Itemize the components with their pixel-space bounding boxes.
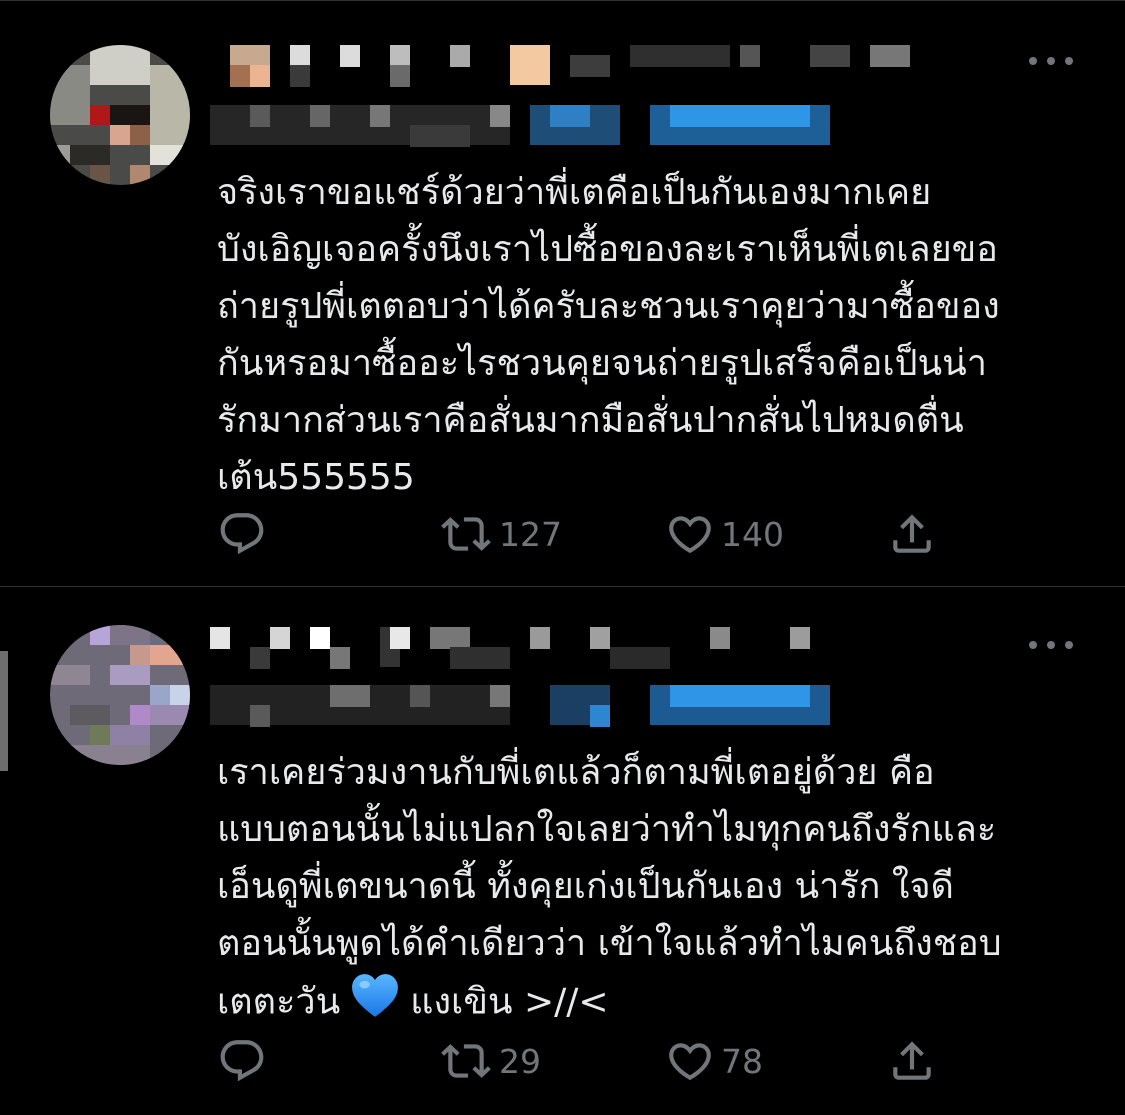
- heart-icon: [669, 516, 711, 554]
- reply-icon: [220, 513, 264, 555]
- tweet-text: จริงเราขอแชร์ด้วยว่าพี่เตคือเป็นกันเองมา…: [217, 172, 1000, 498]
- retweet-count: 127: [499, 514, 562, 554]
- avatar[interactable]: [50, 625, 190, 765]
- like-button[interactable]: 78: [665, 1031, 763, 1091]
- tweet-actions: 29 78: [217, 1031, 947, 1091]
- like-count: 140: [721, 514, 784, 554]
- reply-button[interactable]: [217, 504, 273, 564]
- like-button[interactable]: 140: [665, 504, 784, 564]
- tweet[interactable]: เราเคยร่วมงานกับพี่เตแล้วก็ตามพี่เตอยู่ด…: [0, 586, 1125, 1115]
- reply-button[interactable]: [217, 1031, 273, 1091]
- tweet-text: เราเคยร่วมงานกับพี่เตแล้วก็ตามพี่เตอยู่ด…: [217, 744, 1087, 1035]
- blue-heart-icon: [350, 972, 400, 1035]
- like-count: 78: [721, 1041, 763, 1081]
- heart-icon: [669, 1043, 711, 1081]
- retweet-icon: [441, 1044, 491, 1078]
- retweet-button[interactable]: 127: [439, 504, 562, 564]
- avatar[interactable]: [50, 45, 190, 185]
- more-icon[interactable]: [1029, 635, 1073, 655]
- more-icon[interactable]: [1029, 51, 1073, 71]
- scroll-indicator: [0, 651, 8, 771]
- reply-icon: [220, 1040, 264, 1082]
- retweet-button[interactable]: 29: [439, 1031, 541, 1091]
- share-button[interactable]: [887, 1031, 937, 1091]
- retweet-count: 29: [499, 1041, 541, 1081]
- share-button[interactable]: [887, 504, 937, 564]
- tweet[interactable]: จริงเราขอแชร์ด้วยว่าพี่เตคือเป็นกันเองมา…: [0, 0, 1125, 586]
- tweet-text-main: เราเคยร่วมงานกับพี่เตแล้วก็ตามพี่เตอยู่ด…: [217, 752, 1002, 1023]
- share-icon: [893, 514, 931, 553]
- tweet-actions: 127 140: [217, 504, 947, 564]
- tweet-text-end: แงเขิน >//<: [410, 981, 609, 1023]
- retweet-icon: [441, 517, 491, 551]
- share-icon: [893, 1041, 931, 1080]
